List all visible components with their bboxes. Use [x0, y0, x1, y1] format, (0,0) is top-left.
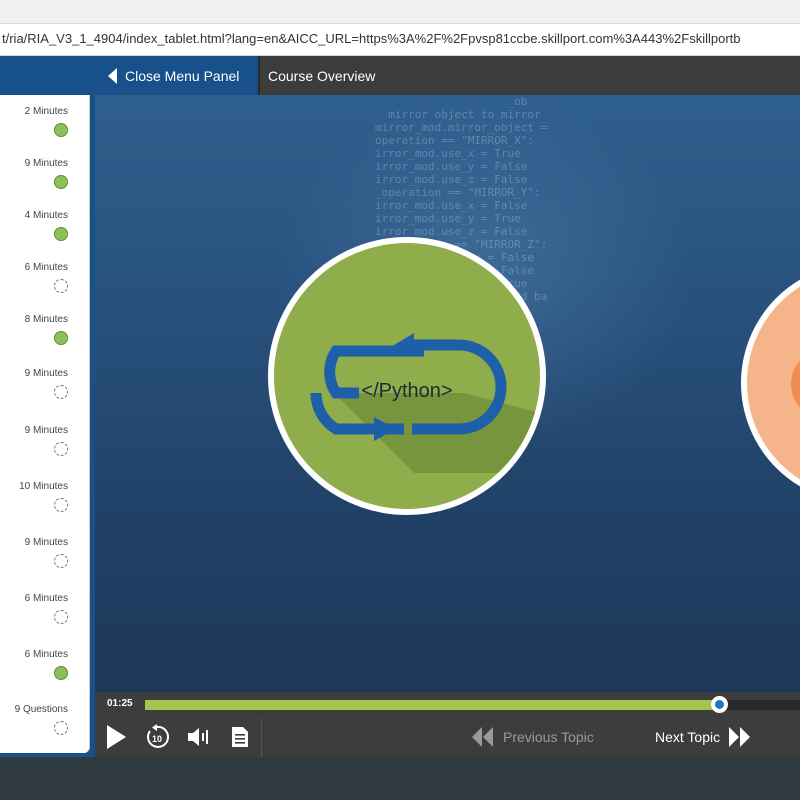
topic-duration: 9 Minutes: [24, 368, 68, 379]
replay-10-button[interactable]: 10: [143, 722, 171, 752]
background-code-line: irror_mod.use_x = True: [375, 147, 521, 160]
topic-duration: 9 Minutes: [24, 158, 68, 169]
progress-fill: [145, 700, 719, 710]
topic-list-item[interactable]: 9 Questions: [0, 704, 80, 744]
topic-duration: 6 Minutes: [24, 649, 68, 660]
double-chevron-left-icon: [472, 727, 493, 747]
completed-status-icon: [54, 175, 68, 189]
topic-list: 2 Minutes 9 Minutes 4 Minutes 6 Minutes 8 Mi…: [0, 95, 90, 753]
next-logo-circle: [741, 263, 800, 503]
address-bar[interactable]: t/ria/RIA_V3_1_4904/index_tablet.html?la…: [0, 24, 800, 56]
topic-duration: 9 Minutes: [24, 425, 68, 436]
topic-list-item[interactable]: 9 Minutes: [0, 425, 80, 465]
background-code-line: mirror object to mirror: [375, 108, 541, 121]
completed-status-icon: [54, 666, 68, 680]
progress-bar[interactable]: [145, 696, 800, 713]
incomplete-status-icon: [54, 721, 68, 735]
menu-panel: 2 Minutes 9 Minutes 4 Minutes 6 Minutes 8 Mi…: [0, 95, 95, 757]
transcript-button[interactable]: [229, 722, 251, 752]
completed-status-icon: [54, 227, 68, 241]
incomplete-status-icon: [54, 610, 68, 624]
background-code-line: irror_mod.use_x = False: [375, 199, 528, 212]
next-topic-label: Next Topic: [655, 729, 721, 745]
controls-divider: [261, 718, 262, 757]
topic-duration: 9 Questions: [14, 704, 68, 715]
background-code-line: irror_mod.use_z = False: [375, 225, 528, 238]
python-logo-circle: </Python>: [268, 237, 546, 515]
address-bar-url[interactable]: t/ria/RIA_V3_1_4904/index_tablet.html?la…: [2, 31, 741, 46]
topic-duration: 2 Minutes: [24, 106, 68, 117]
previous-topic-button[interactable]: Previous Topic: [471, 722, 594, 752]
video-stage[interactable]: _ob mirror object to mirror mirror_mod.mi…: [95, 95, 800, 692]
topic-duration: 6 Minutes: [24, 593, 68, 604]
completed-status-icon: [54, 331, 68, 345]
topic-list-item[interactable]: 8 Minutes: [0, 314, 80, 354]
topic-list-item[interactable]: 9 Minutes: [0, 368, 80, 408]
document-icon: [232, 727, 248, 747]
background-code-line: _ob: [375, 95, 528, 108]
topic-list-item[interactable]: 9 Minutes: [0, 537, 80, 577]
topic-duration: 8 Minutes: [24, 314, 68, 325]
close-menu-panel-label: Close Menu Panel: [125, 67, 240, 84]
topic-list-item[interactable]: 4 Minutes: [0, 210, 80, 250]
browser-tab-strip: [0, 0, 800, 24]
play-button[interactable]: [103, 722, 129, 752]
background-code-line: irror_mod.use_y = True: [375, 212, 521, 225]
page-title: Course Overview: [268, 67, 376, 84]
header-divider: [258, 56, 260, 95]
topic-list-item[interactable]: 6 Minutes: [0, 593, 80, 633]
double-chevron-right-icon: [729, 727, 751, 747]
background-code-line: mirror_mod.mirror_object =: [375, 121, 548, 134]
current-time: 01:25: [107, 698, 133, 709]
incomplete-status-icon: [54, 385, 68, 399]
completed-status-icon: [54, 123, 68, 137]
close-menu-panel-button[interactable]: Close Menu Panel: [108, 56, 239, 95]
replay-seconds: 10: [152, 734, 162, 744]
player-controls: 01:25 10 Previous Topic Next Topic: [95, 692, 800, 757]
next-logo-inner: [791, 349, 800, 419]
background-code-line: irror_mod.use_z = False: [375, 173, 528, 186]
next-topic-button[interactable]: Next Topic: [655, 722, 752, 752]
incomplete-status-icon: [54, 442, 68, 456]
python-logo-text: </Python>: [361, 380, 452, 402]
topic-duration: 10 Minutes: [19, 481, 68, 492]
background-code-line: irror_mod.use_y = False: [375, 160, 528, 173]
topic-duration: 9 Minutes: [24, 537, 68, 548]
topic-duration: 4 Minutes: [24, 210, 68, 221]
page-footer: [0, 757, 800, 800]
incomplete-status-icon: [54, 498, 68, 512]
topic-duration: 6 Minutes: [24, 262, 68, 273]
incomplete-status-icon: [54, 279, 68, 293]
topic-list-item[interactable]: 6 Minutes: [0, 649, 80, 689]
course-header: Close Menu Panel Course Overview: [0, 56, 800, 95]
incomplete-status-icon: [54, 554, 68, 568]
play-icon: [107, 725, 126, 749]
python-cycle-icon: </Python>: [310, 333, 540, 473]
progress-handle[interactable]: [710, 696, 728, 713]
topic-list-item[interactable]: 9 Minutes: [0, 158, 80, 198]
volume-button[interactable]: [185, 722, 213, 752]
topic-list-item[interactable]: 2 Minutes: [0, 106, 80, 146]
caret-left-icon: [108, 67, 117, 84]
topic-list-item[interactable]: 10 Minutes: [0, 481, 80, 521]
previous-topic-label: Previous Topic: [503, 729, 594, 745]
speaker-icon: [188, 728, 208, 746]
replay-10-icon: 10: [147, 724, 169, 748]
topic-list-item[interactable]: 6 Minutes: [0, 262, 80, 302]
background-code-line: operation == "MIRROR_X":: [375, 134, 534, 147]
background-code-line: _operation == "MIRROR_Y":: [375, 186, 541, 199]
